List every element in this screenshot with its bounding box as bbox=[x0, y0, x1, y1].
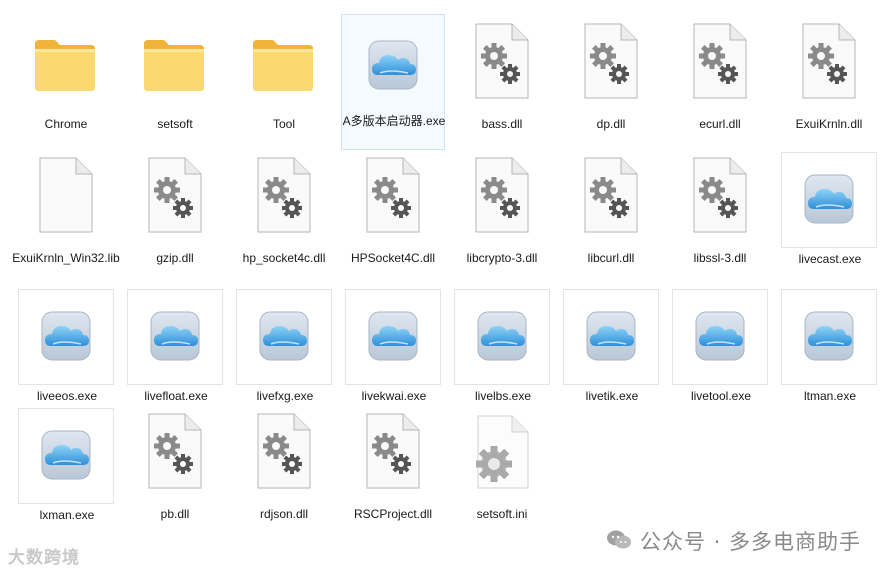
file-name: livefloat.exe bbox=[144, 389, 208, 403]
file-item[interactable]: libcurl.dll bbox=[563, 152, 659, 265]
file-item[interactable]: A多版本启动器.exe bbox=[341, 14, 445, 150]
file-item[interactable]: livefxg.exe bbox=[236, 289, 332, 403]
file-name: Chrome bbox=[44, 117, 88, 131]
cloud-app-icon bbox=[33, 294, 99, 372]
cloud-app-icon bbox=[578, 294, 644, 372]
gears-file-icon bbox=[577, 22, 643, 100]
gears-file-icon bbox=[250, 156, 316, 234]
file-name: libcurl.dll bbox=[587, 251, 635, 265]
file-name: livelbs.exe bbox=[474, 389, 532, 403]
file-item[interactable]: Tool bbox=[236, 18, 332, 131]
file-name: ltman.exe bbox=[803, 389, 857, 403]
file-item[interactable]: livekwai.exe bbox=[345, 289, 441, 403]
file-item[interactable]: livetik.exe bbox=[563, 289, 659, 403]
file-item[interactable]: setsoft bbox=[127, 18, 223, 131]
cloud-app-icon bbox=[687, 294, 753, 372]
file-item[interactable]: livefloat.exe bbox=[127, 289, 223, 403]
file-name: bass.dll bbox=[481, 117, 523, 131]
file-item[interactable]: lxman.exe bbox=[18, 408, 114, 522]
file-name: lxman.exe bbox=[39, 508, 95, 522]
file-name: ecurl.dll bbox=[699, 117, 741, 131]
folder-icon bbox=[141, 22, 207, 100]
blank-file-icon bbox=[32, 156, 98, 234]
file-item[interactable]: libssl-3.dll bbox=[672, 152, 768, 265]
watermark-left-text: 大数跨境 bbox=[8, 548, 80, 568]
file-item[interactable]: ltman.exe bbox=[781, 289, 877, 403]
cloud-app-icon bbox=[142, 294, 208, 372]
file-name: gzip.dll bbox=[156, 251, 194, 265]
file-item[interactable]: HPSocket4C.dll bbox=[345, 152, 441, 265]
file-item[interactable]: RSCProject.dll bbox=[345, 408, 441, 521]
wechat-icon bbox=[606, 529, 632, 556]
file-item[interactable]: livetool.exe bbox=[672, 289, 768, 403]
file-name: HPSocket4C.dll bbox=[350, 251, 436, 265]
file-item[interactable]: setsoft.ini bbox=[454, 408, 550, 521]
gears-file-icon bbox=[141, 412, 207, 490]
settings-gear-icon bbox=[468, 412, 534, 490]
file-item[interactable]: Chrome bbox=[18, 18, 114, 131]
file-name: liveeos.exe bbox=[36, 389, 98, 403]
cloud-app-icon bbox=[360, 23, 426, 101]
file-name: rdjson.dll bbox=[259, 507, 309, 521]
file-name: livefxg.exe bbox=[256, 389, 314, 403]
gears-file-icon bbox=[359, 156, 425, 234]
file-name: Tool bbox=[272, 117, 295, 131]
file-item[interactable]: ecurl.dll bbox=[672, 18, 768, 131]
watermark-right-text: 公众号 · 多多电商助手 bbox=[639, 529, 861, 554]
file-name: pb.dll bbox=[160, 507, 190, 521]
gears-file-icon bbox=[577, 156, 643, 234]
file-name: livecast.exe bbox=[798, 252, 862, 266]
file-name: setsoft bbox=[157, 117, 193, 131]
folder-icon bbox=[250, 22, 316, 100]
file-name: livetool.exe bbox=[690, 389, 752, 403]
cloud-app-icon bbox=[33, 413, 99, 491]
file-name: dp.dll bbox=[596, 117, 626, 131]
file-item[interactable]: ExuiKrnln.dll bbox=[781, 18, 877, 131]
file-item[interactable]: rdjson.dll bbox=[236, 408, 332, 521]
file-item[interactable]: libcrypto-3.dll bbox=[454, 152, 550, 265]
file-item[interactable]: livelbs.exe bbox=[454, 289, 550, 403]
file-name: ExuiKrnln.dll bbox=[795, 117, 863, 131]
folder-icon bbox=[32, 22, 98, 100]
cloud-app-icon bbox=[469, 294, 535, 372]
gears-file-icon bbox=[141, 156, 207, 234]
file-item[interactable]: ExuiKrnln_Win32.lib bbox=[12, 152, 120, 265]
file-name: libcrypto-3.dll bbox=[466, 251, 538, 265]
gears-file-icon bbox=[686, 22, 752, 100]
watermark-left: 大数跨境 bbox=[8, 543, 80, 568]
file-name: livekwai.exe bbox=[361, 389, 427, 403]
file-item[interactable]: livecast.exe bbox=[781, 152, 877, 266]
file-item[interactable]: bass.dll bbox=[454, 18, 550, 131]
file-item[interactable]: pb.dll bbox=[127, 408, 223, 521]
file-name: libssl-3.dll bbox=[693, 251, 747, 265]
gears-file-icon bbox=[359, 412, 425, 490]
file-item[interactable]: hp_socket4c.dll bbox=[236, 152, 332, 265]
file-name: ExuiKrnln_Win32.lib bbox=[12, 251, 120, 265]
gears-file-icon bbox=[468, 156, 534, 234]
cloud-app-icon bbox=[251, 294, 317, 372]
file-name: RSCProject.dll bbox=[353, 507, 433, 521]
file-name: hp_socket4c.dll bbox=[242, 251, 326, 265]
cloud-app-icon bbox=[360, 294, 426, 372]
gears-file-icon bbox=[686, 156, 752, 234]
cloud-app-icon bbox=[796, 157, 862, 235]
gears-file-icon bbox=[250, 412, 316, 490]
gears-file-icon bbox=[468, 22, 534, 100]
file-item[interactable]: gzip.dll bbox=[127, 152, 223, 265]
cloud-app-icon bbox=[796, 294, 862, 372]
file-name: setsoft.ini bbox=[476, 507, 528, 521]
file-name: A多版本启动器.exe bbox=[342, 114, 446, 128]
file-item[interactable]: liveeos.exe bbox=[18, 289, 114, 403]
gears-file-icon bbox=[795, 22, 861, 100]
file-name: livetik.exe bbox=[585, 389, 639, 403]
file-item[interactable]: dp.dll bbox=[563, 18, 659, 131]
file-grid: Chrome setsoft Tool A多版本启动器.exe bass.dll… bbox=[0, 0, 885, 574]
watermark-right: 公众号 · 多多电商助手 bbox=[606, 526, 861, 557]
